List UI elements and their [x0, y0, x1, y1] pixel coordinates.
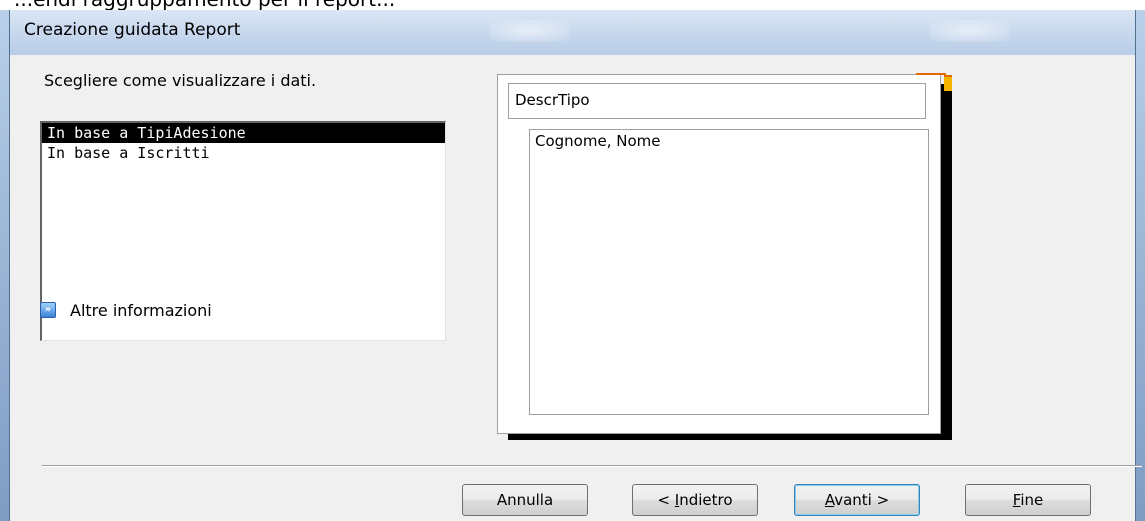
back-button-label: < Indietro [657, 491, 733, 509]
window-frame-left [0, 10, 10, 521]
title-bar[interactable]: Creazione guidata Report [10, 10, 1135, 55]
detail-fields-box: Cognome, Nome [529, 129, 929, 415]
back-button[interactable]: < Indietro [632, 484, 758, 516]
more-info-label: Altre informazioni [70, 300, 212, 320]
cancel-button[interactable]: Annulla [462, 484, 588, 516]
wizard-dialog: Scegliere come visualizzare i dati. In b… [10, 55, 1142, 521]
finish-button-label: Fine [1012, 491, 1044, 509]
window-title: Creazione guidata Report [24, 20, 241, 40]
detail-fields-label: Cognome, Nome [535, 132, 661, 150]
double-chevron-icon: » [40, 302, 56, 318]
clipped-text: ...endi raggruppamento per il report... [14, 0, 395, 10]
title-glare [490, 20, 570, 42]
next-button-label: Avanti > [824, 491, 890, 509]
separator [42, 465, 1142, 467]
instruction-label: Scegliere come visualizzare i dati. [44, 71, 317, 90]
next-button[interactable]: Avanti > [794, 484, 920, 516]
title-glare [930, 20, 1010, 42]
list-item-iscritti[interactable]: In base a Iscritti [42, 143, 445, 163]
background-text-fragment: ...endi raggruppamento per il report... [0, 0, 1145, 10]
more-info-link[interactable]: » Altre informazioni [40, 299, 212, 321]
cancel-button-label: Annulla [496, 491, 554, 509]
finish-button[interactable]: Fine [965, 484, 1091, 516]
group-header-field: DescrTipo [508, 83, 926, 119]
window-frame-right [1135, 10, 1145, 521]
group-field-label: DescrTipo [515, 91, 590, 109]
page-corner-icon [944, 75, 952, 91]
page-corner-line [916, 73, 946, 75]
list-item-tipiadesione[interactable]: In base a TipiAdesione [42, 123, 445, 143]
